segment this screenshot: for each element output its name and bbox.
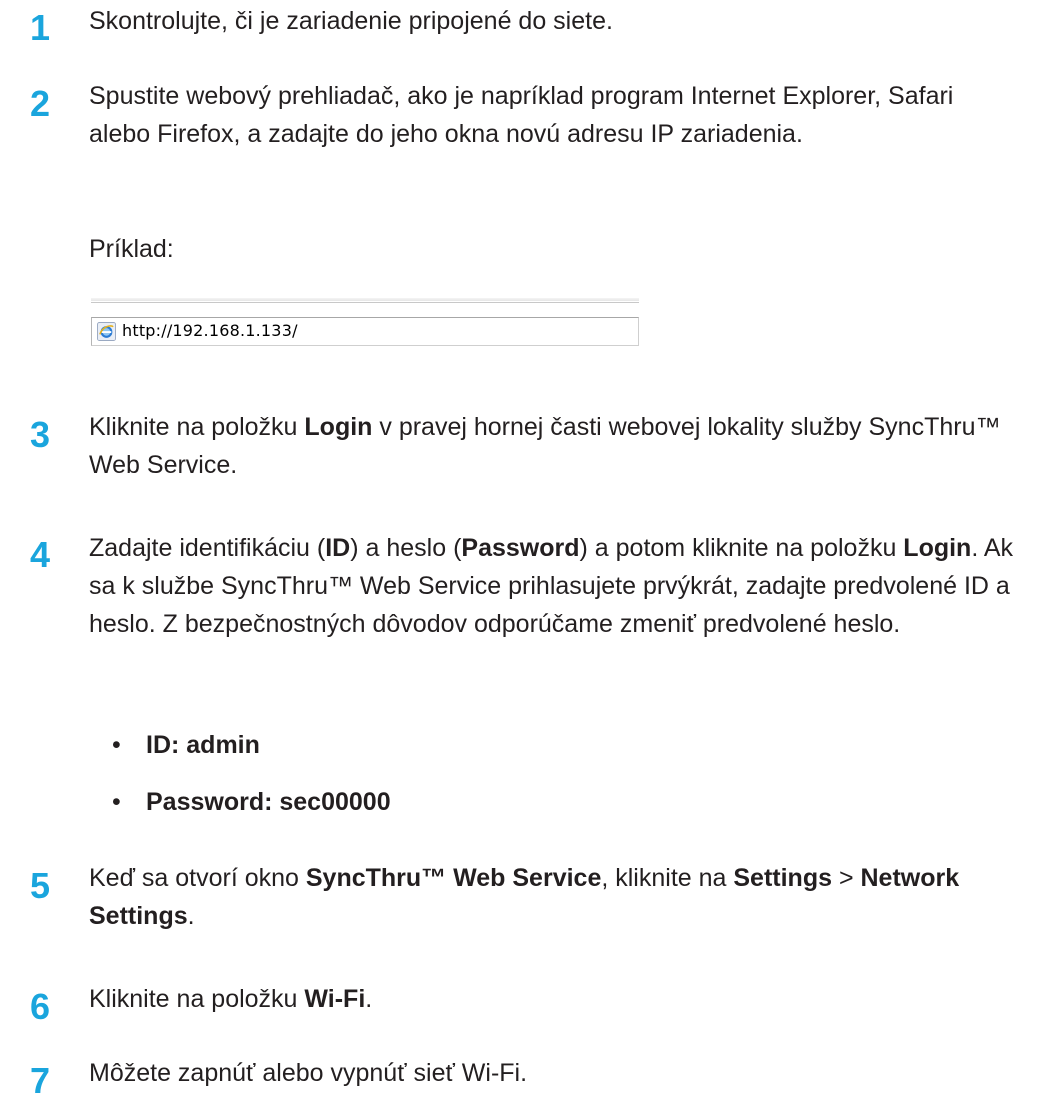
toolbar-divider: [91, 302, 639, 303]
settings-term: Settings: [733, 864, 832, 892]
url-text: http://192.168.1.133/: [122, 321, 298, 340]
step-text: Skontrolujte, či je zariadenie pripojené…: [89, 7, 613, 35]
step-text-part: >: [832, 864, 861, 892]
step-text: Spustite webový prehliadač, ako je naprí…: [89, 82, 954, 148]
step-text: Kliknite na položku Wi-Fi.: [89, 980, 1019, 1018]
step-number: 6: [30, 986, 51, 1027]
step-text-part: ) a potom kliknite na položku: [579, 534, 904, 562]
internet-explorer-icon: [97, 322, 116, 341]
login-term: Login: [304, 413, 373, 441]
step-number: 4: [30, 534, 51, 575]
step-text: Kliknite na položku Login v pravej horne…: [89, 408, 1019, 484]
step-text-part: , kliknite na: [601, 864, 734, 892]
step-text-part: Zadajte identifikáciu (: [89, 534, 326, 562]
syncthru-term: SyncThru™ Web Service: [305, 864, 602, 892]
id-term: ID: [325, 534, 351, 562]
step-number: 7: [30, 1060, 51, 1101]
password-term: Password: [461, 534, 580, 562]
browser-address-bar-image: http://192.168.1.133/: [91, 297, 639, 353]
bullet: •: [112, 731, 121, 759]
step-number: 3: [30, 414, 51, 455]
wifi-term: Wi-Fi: [304, 985, 366, 1013]
step-text: Zadajte identifikáciu (ID) a heslo (Pass…: [89, 529, 1029, 643]
login-term: Login: [903, 534, 972, 562]
step-number: 2: [30, 83, 51, 124]
step-text-part: .: [187, 902, 195, 930]
bullet: •: [112, 788, 121, 816]
address-field: http://192.168.1.133/: [91, 317, 639, 346]
credential-text: ID: admin: [146, 731, 260, 759]
step-text: Keď sa otvorí okno SyncThru™ Web Service…: [89, 859, 1034, 935]
step-text-part: Keď sa otvorí okno: [89, 864, 306, 892]
step-number: 1: [30, 7, 51, 48]
step-text-part: Kliknite na položku: [89, 985, 305, 1013]
example-label: Príklad:: [89, 235, 174, 263]
step-text: Môžete zapnúť alebo vypnúť sieť Wi-Fi.: [89, 1059, 528, 1087]
step-text-part: ) a heslo (: [350, 534, 462, 562]
step-text-part: Kliknite na položku: [89, 413, 305, 441]
step-text-part: .: [365, 985, 373, 1013]
instruction-page: 1 Skontrolujte, či je zariadenie pripoje…: [0, 0, 1049, 1103]
toolbar-edge: [91, 298, 639, 301]
step-number: 5: [30, 865, 51, 906]
credential-text: Password: sec00000: [146, 788, 391, 816]
